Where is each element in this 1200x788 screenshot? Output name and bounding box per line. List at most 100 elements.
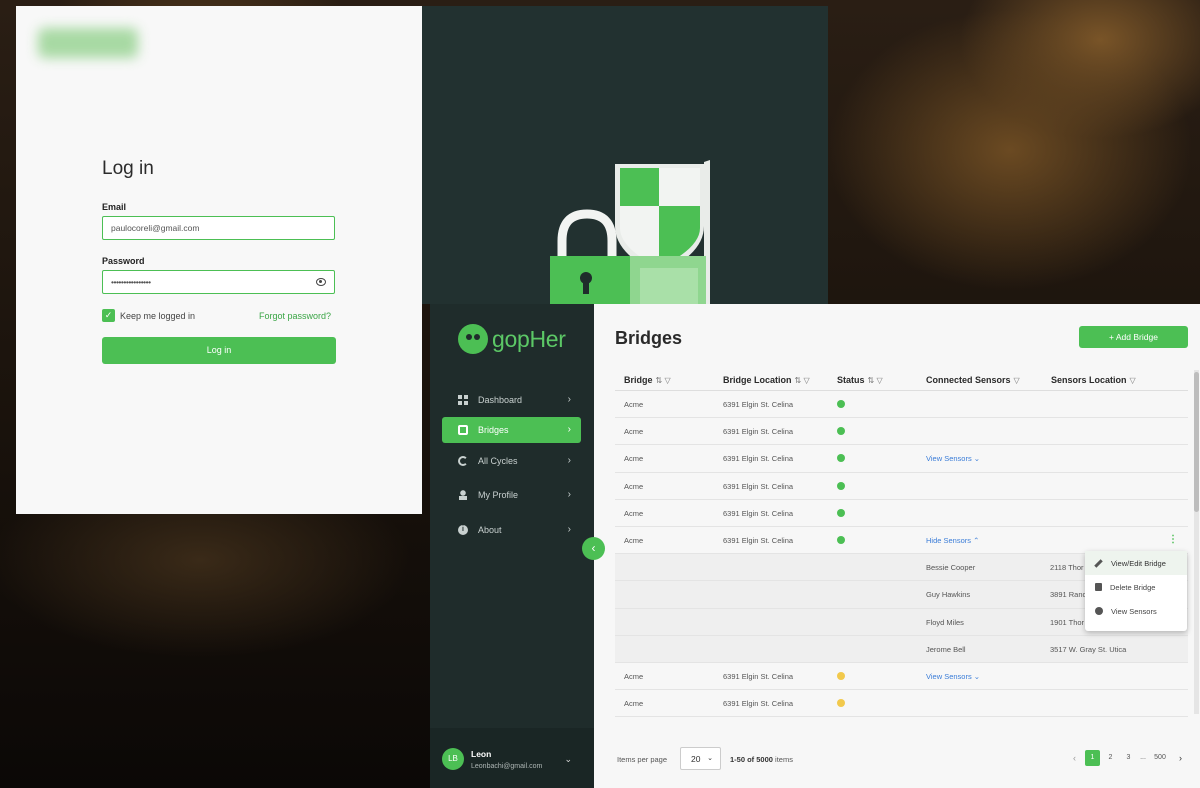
add-bridge-button[interactable]: + Add Bridge [1079,326,1188,348]
page-button[interactable]: 500 [1150,750,1170,766]
table-row[interactable]: Acme 6391 Elgin St. Celina [615,473,1188,500]
toggle-sensors-link[interactable]: Hide Sensors ⌃ [926,536,979,545]
next-page-button[interactable]: › [1173,750,1188,766]
status-indicator [837,400,845,410]
toggle-sensors-link[interactable]: View Sensors ⌄ [926,454,980,463]
column-header-sensors-location[interactable]: Sensors Location ▽ [1051,375,1136,385]
table-row[interactable]: Acme 6391 Elgin St. Celina [615,418,1188,446]
menu-item-label: Delete Bridge [1110,582,1156,592]
cell-location: 6391 Elgin St. Celina [723,427,794,437]
menu-item-label: View/Edit Bridge [1111,558,1166,568]
column-header-connected-sensors[interactable]: Connected Sensors ▽ [926,375,1020,385]
table-row[interactable]: Acme 6391 Elgin St. Celina View Sensors ⌄ [615,663,1188,691]
menu-item-view-sensors[interactable]: View Sensors [1085,599,1187,623]
menu-item-label: View Sensors [1111,606,1157,616]
email-field[interactable]: paulocoreli@gmail.com [102,216,335,240]
sensor-row[interactable]: Jerome Bell 3517 W. Gray St. Utica [615,635,1188,663]
status-indicator [837,508,845,519]
cell-sensor-name: Guy Hawkins [926,590,971,600]
status-dot [837,535,845,544]
cell-sensor-location: 1901 Thor [1050,617,1085,627]
pagination: ‹ 1 2 3 ... 500 › [1067,750,1188,766]
cell-location: 6391 Elgin St. Celina [723,699,794,709]
status-dot [837,671,845,680]
page-button[interactable]: 2 [1103,750,1118,766]
login-window: Log in Email paulocoreli@gmail.com Passw… [16,6,422,514]
row-context-menu: View/Edit Bridge Delete Bridge View Sens… [1085,551,1187,631]
chevron-right-icon: › [567,524,571,535]
cell-bridge: Acme [624,508,644,518]
column-header-status[interactable]: Status ⇅ ▽ [837,375,883,385]
keep-logged-in-checkbox[interactable]: ✓ [102,309,115,322]
menu-item-delete-bridge[interactable]: Delete Bridge [1085,575,1187,599]
chevron-down-icon[interactable]: ⌄ [564,754,572,765]
items-range-suffix: items [772,755,793,764]
table-row[interactable]: Acme 6391 Elgin St. Celina View Sensors ⌄ [615,445,1188,473]
collapse-sidebar-button[interactable]: ‹ [582,537,605,560]
more-options-icon[interactable]: ⋮ [1168,534,1178,545]
chevron-down-icon: ⌄ [707,755,713,762]
filter-icon: ▽ [1129,376,1136,385]
scrollbar-thumb[interactable] [1194,372,1199,512]
sidebar-item-label: My Profile [478,490,519,500]
brand[interactable]: gopHer [458,324,566,354]
status-dot [837,454,845,463]
cell-location: 6391 Elgin St. Celina [723,481,794,491]
scrollbar[interactable] [1194,370,1199,714]
column-header-bridge[interactable]: Bridge ⇅ ▽ [624,375,671,385]
cell-bridge: Acme [624,400,644,409]
status-indicator [837,481,845,492]
status-dot [837,508,845,517]
toggle-sensors-link[interactable]: View Sensors ⌄ [926,672,980,681]
sidebar-item-label: Bridges [478,425,509,435]
status-indicator [837,535,845,546]
user-menu[interactable]: LB Leon Leonbachi@gmail.com ⌄ [430,728,594,788]
forgot-password-link[interactable]: Forgot password? [259,311,331,321]
sidebar-item-label: Dashboard [478,395,523,405]
user-email: Leonbachi@gmail.com [471,763,543,770]
cell-sensor-name: Floyd Miles [926,617,964,627]
gopher-logo-icon [458,324,488,354]
bridges-table: Bridge ⇅ ▽ Bridge Location ⇅ ▽ Status ⇅ ▽ C… [615,368,1188,718]
menu-item-view-edit-bridge[interactable]: View/Edit Bridge [1085,551,1187,575]
sidebar-item-all-cycles[interactable]: All Cycles › [442,448,581,474]
sidebar-item-my-profile[interactable]: My Profile › [442,482,581,508]
cell-bridge: Acme [624,454,644,464]
column-header-location[interactable]: Bridge Location ⇅ ▽ [723,375,810,385]
table-row[interactable]: Acme 6391 Elgin St. Celina [615,391,1188,419]
login-button[interactable]: Log in [102,337,336,364]
main-content: Bridges + Add Bridge Bridge ⇅ ▽ Bridge Lo… [594,304,1200,788]
eye-icon[interactable] [316,278,326,286]
table-header: Bridge ⇅ ▽ Bridge Location ⇅ ▽ Status ⇅ ▽ C… [615,368,1188,391]
sidebar-item-label: All Cycles [478,456,518,466]
sidebar-item-label: About [478,525,502,535]
password-field[interactable]: •••••••••••••••• [102,270,335,294]
page-title: Bridges [615,328,683,348]
status-indicator [837,427,845,437]
table-row[interactable]: Acme 6391 Elgin St. Celina [615,500,1188,527]
login-title: Log in [102,158,154,179]
status-dot [837,427,845,436]
items-range: 1-50 of 5000 items [730,755,793,764]
cell-location: 6391 Elgin St. Celina [723,671,794,681]
security-illustration [422,6,828,304]
chevron-right-icon: › [567,455,571,466]
chevron-right-icon: › [567,394,571,405]
table-row[interactable]: Acme 6391 Elgin St. Celina [615,690,1188,718]
page-button[interactable]: 1 [1085,750,1100,766]
page-button[interactable]: 3 [1121,750,1136,766]
user-name: Leon [471,749,492,759]
profile-icon [458,490,468,500]
pencil-icon [1094,558,1103,568]
prev-page-button[interactable]: ‹ [1067,750,1082,766]
cell-bridge: Acme [624,535,644,545]
sidebar: gopHer Dashboard › Bridges › All Cycles … [430,304,594,788]
chevron-right-icon: › [567,489,571,500]
sidebar-item-dashboard[interactable]: Dashboard › [442,387,581,413]
sidebar-item-bridges[interactable]: Bridges › [442,417,581,443]
items-per-page-select[interactable]: 20 ⌄ [680,747,721,770]
sidebar-item-about[interactable]: i About › [442,517,581,543]
cell-bridge: Acme [624,481,644,491]
email-label: Email [102,202,127,212]
status-dot [837,481,845,490]
